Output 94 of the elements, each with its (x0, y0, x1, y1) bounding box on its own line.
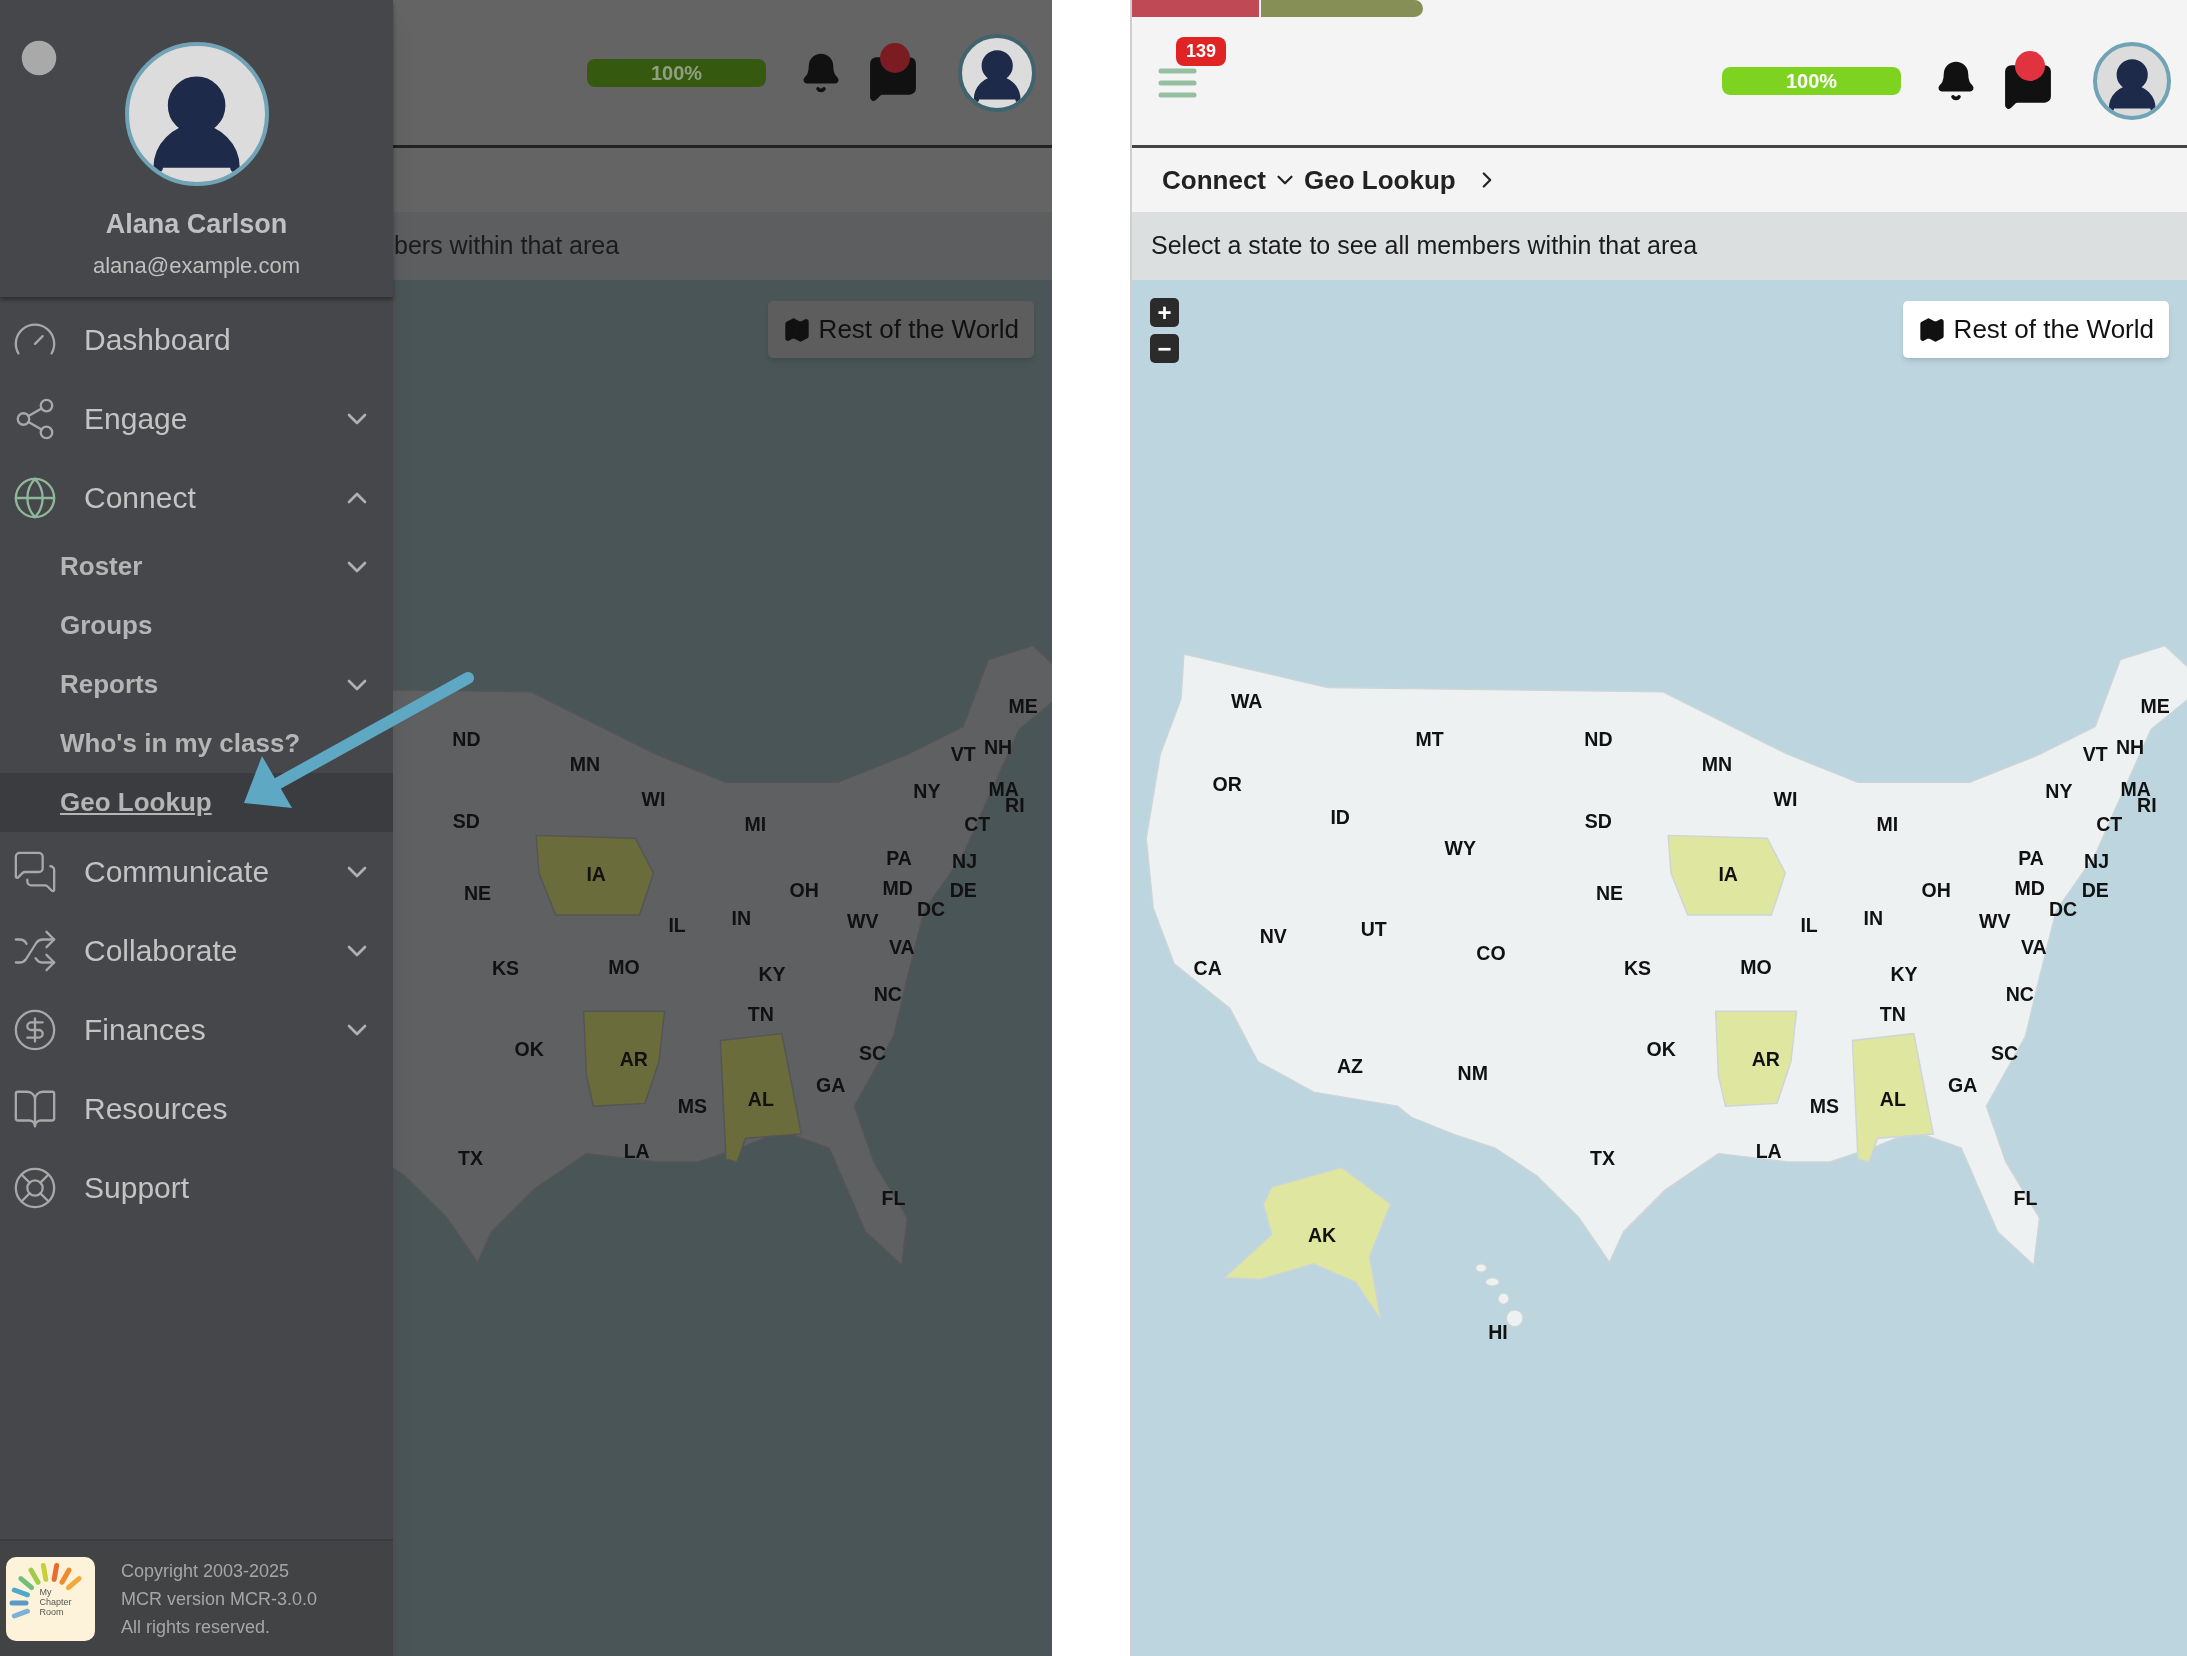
user-name: Alana Carlson (105, 208, 288, 241)
state-label[interactable]: ND (1584, 728, 1613, 751)
nav-label: Resources (84, 1091, 229, 1127)
state-label[interactable]: NH (2116, 736, 2145, 759)
footer-text: Copyright 2003-2025 (121, 1559, 291, 1583)
state-label[interactable]: ID (1330, 806, 1350, 829)
nav-label: Groups (60, 609, 154, 642)
nav-item[interactable]: Connect (0, 458, 393, 537)
state-label[interactable]: WV (1979, 909, 2011, 932)
zoom-button[interactable]: + (1150, 298, 1179, 327)
state-label[interactable]: DC (2049, 898, 2078, 921)
state-label[interactable]: SC (1990, 1042, 2019, 1065)
state-label[interactable]: NJ (2084, 849, 2110, 872)
state-label[interactable]: AR (1751, 1047, 1780, 1070)
nav-item[interactable]: Dashboard (0, 300, 393, 379)
state-label[interactable]: CT (2096, 813, 2123, 836)
nav-item[interactable]: Collaborate (0, 911, 393, 990)
state-label[interactable]: NM (1457, 1061, 1488, 1084)
state-label[interactable]: MD (2014, 877, 2045, 900)
nav-item[interactable]: Resources (0, 1069, 393, 1148)
nav-label: Engage (84, 401, 189, 437)
state-label[interactable]: IA (1718, 863, 1738, 886)
state-label[interactable]: CA (1193, 957, 1222, 979)
nav-label: Geo Lookup (60, 786, 213, 819)
nav-item[interactable]: Support (0, 1148, 393, 1227)
user-email: alana@example.com (93, 251, 300, 280)
state-label[interactable]: NC (2005, 983, 2034, 1006)
nav-item[interactable]: Engage (0, 379, 393, 458)
state-label[interactable]: KS (1623, 957, 1652, 979)
state-label[interactable]: UT (1360, 917, 1387, 940)
state-label[interactable]: AZ (1337, 1054, 1363, 1077)
state-label[interactable]: MT (1415, 728, 1444, 751)
state-label[interactable]: ME (2140, 694, 2170, 717)
progress-reading: 100% (1784, 69, 1839, 94)
state-label[interactable]: AL (1879, 1088, 1906, 1111)
state-label[interactable]: WI (1773, 788, 1798, 811)
nav-item[interactable]: Communicate (0, 832, 393, 911)
state-label[interactable]: NV (1259, 924, 1287, 947)
progress-reading: 100% (649, 60, 704, 86)
nav-item[interactable]: Roster (0, 537, 393, 596)
state-label[interactable]: MS (1809, 1095, 1840, 1118)
state-label[interactable]: WA (1231, 690, 1263, 713)
nav-item[interactable]: Geo Lookup (0, 773, 393, 832)
logo-text: Room (39, 1606, 64, 1617)
logo-text: My (39, 1586, 53, 1597)
rest-of-world-button[interactable]: Rest of the World (1902, 301, 2169, 358)
state-label[interactable]: OH (1921, 878, 1951, 901)
state-label[interactable]: PA (2018, 846, 2044, 869)
state-label[interactable]: KY (1890, 962, 1918, 985)
nav-label: Support (84, 1170, 191, 1206)
notification-badge: 139 (1176, 37, 1227, 66)
nav-label: Finances (84, 1012, 207, 1048)
state-label[interactable]: LA (1755, 1139, 1782, 1162)
state-label[interactable]: NE (1596, 881, 1624, 904)
nav-item[interactable]: Finances (0, 990, 393, 1069)
chat-icon[interactable] (2003, 51, 2053, 111)
footer-text: All rights reserved. (121, 1615, 272, 1639)
breadcrumb-link[interactable]: Connect (1162, 160, 1266, 200)
footer-text: MCR version MCR-3.0.0 (121, 1587, 318, 1611)
nav-label: Reports (60, 668, 160, 701)
nav-label: Communicate (84, 854, 271, 890)
nav-item[interactable]: Reports (0, 655, 393, 714)
nav-item[interactable]: Who's in my class? (0, 714, 393, 773)
nav-label: Roster (60, 550, 144, 583)
state-label[interactable]: VA (2020, 936, 2047, 959)
state-label[interactable]: IL (1800, 913, 1818, 936)
nav-label: Connect (84, 480, 197, 516)
state-label[interactable]: FL (2013, 1187, 2038, 1210)
instruction-text: bers within that area (394, 230, 620, 262)
state-label[interactable]: WY (1444, 836, 1476, 859)
state-label[interactable]: DE (2081, 878, 2109, 901)
nav-label: Who's in my class? (60, 727, 302, 760)
nav-item[interactable]: Groups (0, 596, 393, 655)
state-label[interactable]: AK (1308, 1223, 1337, 1246)
logo-text: Chapter (39, 1596, 72, 1607)
state-label[interactable]: NY (2045, 779, 2073, 802)
state-label[interactable]: GA (1948, 1074, 1978, 1097)
state-label[interactable]: VT (2082, 743, 2108, 766)
instruction-text: Select a state to see all members within that area (1151, 230, 1698, 262)
state-label[interactable]: CO (1476, 941, 1506, 964)
nav-label: Collaborate (84, 933, 239, 969)
state-label[interactable]: HI (1488, 1321, 1508, 1344)
state-label[interactable]: MN (1701, 753, 1733, 776)
state-label[interactable]: MO (1740, 955, 1772, 978)
state-label[interactable]: OR (1212, 772, 1242, 795)
state-label[interactable]: IN (1863, 906, 1884, 929)
state-label[interactable]: TN (1879, 1003, 1906, 1026)
zoom-button[interactable]: − (1150, 334, 1179, 363)
nav-label: Dashboard (84, 322, 232, 358)
state-label[interactable]: TX (1590, 1146, 1616, 1169)
state-label[interactable]: OK (1646, 1037, 1676, 1060)
breadcrumb-link[interactable]: Geo Lookup (1304, 160, 1456, 200)
state-label[interactable]: MI (1876, 813, 1899, 836)
state-label[interactable]: SD (1584, 810, 1612, 833)
